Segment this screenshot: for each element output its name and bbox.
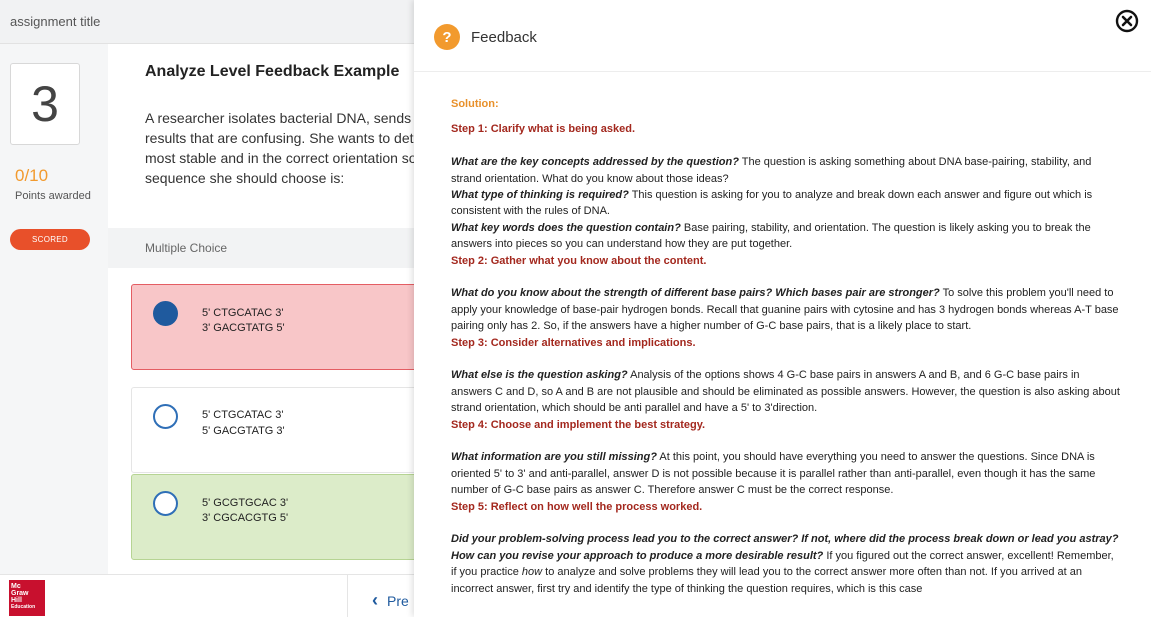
feedback-body: Solution: Step 1: Clarify what is being … bbox=[451, 96, 1121, 597]
step-heading: Step 5: Reflect on how well the process … bbox=[451, 500, 703, 513]
option-strand-bottom: 5' GACGTATG 3' bbox=[202, 425, 285, 437]
radio-button-selected[interactable] bbox=[153, 301, 178, 326]
feedback-paragraph: What key words does the question contain… bbox=[451, 220, 1121, 253]
divider bbox=[347, 574, 348, 617]
answer-option[interactable]: 5' CTGCATAC 3' 5' GACGTATG 3' bbox=[131, 387, 431, 473]
guiding-question: What else is the question asking? bbox=[451, 369, 628, 382]
question-type-header: Multiple Choice bbox=[108, 228, 414, 268]
question-title: Analyze Level Feedback Example bbox=[145, 63, 400, 80]
guiding-question: What key words does the question contain… bbox=[451, 221, 681, 234]
feedback-title: Feedback bbox=[471, 29, 537, 46]
option-strand-top: 5' CTGCATAC 3' bbox=[202, 307, 284, 319]
guiding-question: What information are you still missing? bbox=[451, 451, 657, 464]
guiding-question: What type of thinking is required? bbox=[451, 189, 629, 202]
paragraph-text: to analyze and solve problems they will … bbox=[451, 566, 1083, 595]
feedback-header: ? Feedback bbox=[414, 0, 1151, 72]
radio-button[interactable] bbox=[153, 491, 178, 516]
feedback-paragraph: Did your problem-solving process lead yo… bbox=[451, 531, 1121, 597]
previous-button[interactable]: ‹ Pre bbox=[372, 590, 409, 611]
logo-text: Hill bbox=[11, 597, 22, 604]
feedback-paragraph: What do you know about the strength of d… bbox=[451, 285, 1121, 334]
solution-label: Solution: bbox=[451, 98, 499, 110]
option-strand-bottom: 3' GACGTATG 5' bbox=[202, 322, 285, 334]
radio-button[interactable] bbox=[153, 404, 178, 429]
question-mark-icon: ? bbox=[434, 24, 460, 50]
guiding-question: What do you know about the strength of d… bbox=[451, 287, 940, 300]
feedback-paragraph: What information are you still missing? … bbox=[451, 449, 1121, 498]
question-number: 3 bbox=[10, 63, 80, 145]
option-strand-bottom: 3' CGCACGTG 5' bbox=[202, 512, 289, 524]
feedback-panel: ? Feedback Solution: Step 1: Clarify wha… bbox=[414, 0, 1151, 617]
logo-text: Education bbox=[11, 604, 36, 610]
question-text-line: most stable and in the correct orientati… bbox=[145, 150, 414, 166]
step-heading: Step 4: Choose and implement the best st… bbox=[451, 418, 706, 431]
answer-option[interactable]: 5' GCGTGCAC 3' 3' CGCACGTG 5' bbox=[131, 474, 431, 560]
scored-badge: SCORED bbox=[10, 229, 90, 250]
question-text-line: results that are confusing. She wants to… bbox=[145, 130, 414, 146]
close-circle-icon[interactable] bbox=[1114, 8, 1140, 34]
question-type-label: Multiple Choice bbox=[145, 241, 228, 255]
mcgraw-hill-logo: Mc Graw Hill Education bbox=[9, 580, 45, 616]
answer-option[interactable]: 5' CTGCATAC 3' 3' GACGTATG 5' bbox=[131, 284, 431, 370]
bottom-bar bbox=[0, 574, 414, 617]
step-heading: Step 1: Clarify what is being asked. bbox=[451, 123, 635, 136]
feedback-paragraph: What are the key concepts addressed by t… bbox=[451, 154, 1121, 187]
question-text-line: sequence she should choose is: bbox=[145, 170, 345, 186]
points-value: 0/10 bbox=[15, 166, 49, 185]
points-label: Points awarded bbox=[15, 190, 91, 202]
option-strand-top: 5' CTGCATAC 3' bbox=[202, 409, 284, 421]
assignment-title: assignment title bbox=[10, 14, 101, 29]
previous-label: Pre bbox=[387, 592, 409, 609]
step-heading: Step 2: Gather what you know about the c… bbox=[451, 254, 707, 267]
chevron-left-icon: ‹ bbox=[372, 590, 378, 610]
question-text-line: A researcher isolates bacterial DNA, sen… bbox=[145, 110, 414, 126]
top-bar: assignment title bbox=[0, 0, 414, 44]
guiding-question: What are the key concepts addressed by t… bbox=[451, 156, 739, 169]
logo-text: Mc bbox=[11, 583, 21, 590]
feedback-paragraph: What else is the question asking? Analys… bbox=[451, 367, 1121, 416]
step-heading: Step 3: Consider alternatives and implic… bbox=[451, 336, 696, 349]
feedback-paragraph: What type of thinking is required? This … bbox=[451, 187, 1121, 220]
logo-text: Graw bbox=[11, 590, 29, 597]
option-strand-top: 5' GCGTGCAC 3' bbox=[202, 497, 289, 509]
emphasis-text: how bbox=[521, 566, 543, 579]
